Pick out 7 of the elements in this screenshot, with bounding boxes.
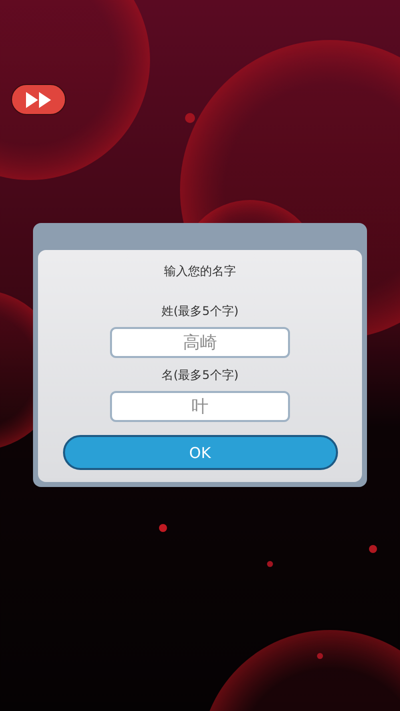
field-label: 名(最多5个字) [162,367,238,384]
name-field[interactable]: 叶 [110,391,290,422]
fast-forward-icon [24,90,54,108]
field-label: 姓(最多5个字) [162,303,238,320]
name-field[interactable]: 高崎 [110,327,290,358]
dialog-title: 输入您的名字 [164,263,236,280]
ok-button[interactable]: OK [62,435,338,470]
